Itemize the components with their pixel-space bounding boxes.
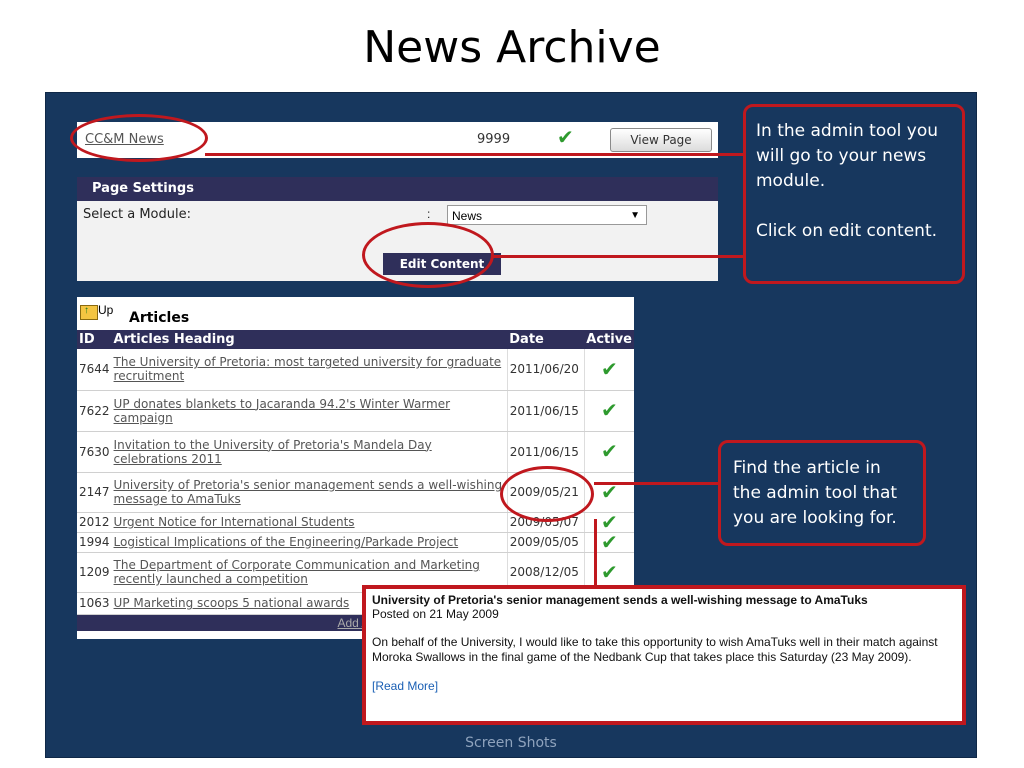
article-id: 7630 bbox=[77, 431, 112, 473]
table-row: 7622 UP donates blankets to Jacaranda 94… bbox=[77, 390, 634, 432]
callout-find: Find the article in the admin tool that … bbox=[718, 440, 926, 546]
article-id: 1063 bbox=[77, 592, 112, 615]
check-icon[interactable]: ✔ bbox=[601, 439, 618, 463]
view-page-button[interactable]: View Page bbox=[610, 128, 712, 152]
connector-line bbox=[492, 255, 745, 258]
articles-title: Articles bbox=[129, 310, 190, 326]
article-id: 7644 bbox=[77, 349, 112, 391]
article-date: 2011/06/20 bbox=[506, 349, 585, 391]
highlight-ellipse-module bbox=[70, 114, 208, 162]
check-icon[interactable]: ✔ bbox=[601, 560, 618, 584]
article-id: 7622 bbox=[77, 390, 112, 432]
module-select[interactable]: News ▼ bbox=[447, 205, 647, 225]
module-count: 9999 bbox=[477, 132, 511, 147]
article-preview-popup: University of Pretoria's senior manageme… bbox=[362, 585, 966, 725]
article-id: 1209 bbox=[77, 552, 112, 593]
select-module-label: Select a Module: bbox=[83, 207, 191, 222]
check-icon[interactable]: ✔ bbox=[601, 398, 618, 422]
page-settings-header: Page Settings bbox=[77, 177, 718, 201]
column-header-date: Date bbox=[507, 330, 585, 349]
colon-label: : bbox=[427, 207, 431, 221]
article-link[interactable]: Logistical Implications of the Engineeri… bbox=[114, 535, 459, 549]
chevron-down-icon: ▼ bbox=[630, 210, 640, 221]
folder-up-icon[interactable]: ↑ bbox=[80, 305, 98, 320]
column-header-active: Active bbox=[584, 330, 634, 349]
article-date: 2009/05/05 bbox=[506, 532, 585, 553]
article-link[interactable]: The University of Pretoria: most targete… bbox=[114, 355, 502, 383]
connector-line bbox=[594, 519, 597, 585]
callout-admin: In the admin tool you will go to your ne… bbox=[743, 104, 965, 284]
connector-line bbox=[205, 153, 745, 156]
popup-title: University of Pretoria's senior manageme… bbox=[372, 593, 868, 607]
article-id: 1994 bbox=[77, 532, 112, 553]
article-id: 2147 bbox=[77, 472, 112, 513]
article-link[interactable]: The Department of Corporate Communicatio… bbox=[114, 558, 480, 586]
article-id: 2012 bbox=[77, 512, 112, 533]
article-link[interactable]: Urgent Notice for International Students bbox=[114, 515, 355, 529]
up-link[interactable]: Up bbox=[98, 303, 113, 317]
column-header-heading: Articles Heading bbox=[111, 330, 508, 349]
article-date: 2011/06/15 bbox=[506, 390, 585, 432]
article-link[interactable]: UP donates blankets to Jacaranda 94.2's … bbox=[114, 397, 451, 425]
check-icon[interactable]: ✔ bbox=[601, 530, 618, 554]
table-row: 7644 The University of Pretoria: most ta… bbox=[77, 349, 634, 391]
table-row: 1994 Logistical Implications of the Engi… bbox=[77, 530, 634, 554]
check-icon[interactable]: ✔ bbox=[601, 357, 618, 381]
highlight-ellipse-date bbox=[500, 466, 594, 522]
module-select-value: News bbox=[452, 209, 483, 223]
column-header-id: ID bbox=[77, 330, 112, 349]
highlight-ellipse-edit bbox=[362, 222, 494, 288]
popup-posted-date: Posted on 21 May 2009 bbox=[372, 607, 499, 621]
check-icon: ✔ bbox=[557, 125, 574, 149]
popup-body: On behalf of the University, I would lik… bbox=[372, 635, 938, 664]
slide-footer: Screen Shots bbox=[465, 735, 557, 751]
article-link[interactable]: University of Pretoria's senior manageme… bbox=[114, 478, 503, 506]
read-more-link[interactable]: [Read More] bbox=[372, 679, 956, 693]
slide-title: News Archive bbox=[363, 22, 661, 73]
article-link[interactable]: UP Marketing scoops 5 national awards bbox=[114, 596, 350, 610]
connector-line bbox=[594, 482, 718, 485]
article-link[interactable]: Invitation to the University of Pretoria… bbox=[114, 438, 432, 466]
